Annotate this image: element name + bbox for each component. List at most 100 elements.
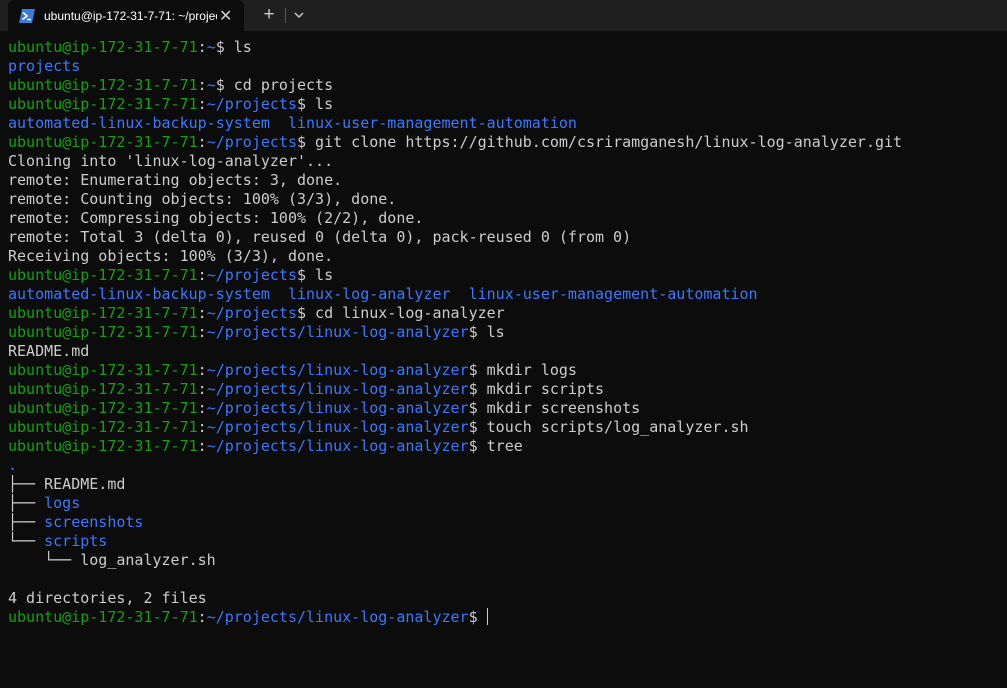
tree-entry: ├── README.md xyxy=(8,475,1003,494)
tree-entry: ├── logs xyxy=(8,494,1003,513)
directory-name: projects xyxy=(8,57,81,75)
prompt-user-host: ubuntu@ip-172-31-7-71 xyxy=(8,399,198,417)
output-text: README.md xyxy=(8,342,90,360)
prompt-path: ~/projects/linux-log-analyzer xyxy=(206,608,469,626)
file-name: log_analyzer.sh xyxy=(80,551,216,569)
ls-output: automated-linux-backup-system linux-user… xyxy=(8,114,1003,133)
prompt-user-host: ubuntu@ip-172-31-7-71 xyxy=(8,38,198,56)
prompt-path: ~/projects xyxy=(206,266,297,284)
output-text: remote: Counting objects: 100% (3/3), do… xyxy=(8,190,397,208)
output-line: README.md xyxy=(8,342,1003,361)
command-text: mkdir screenshots xyxy=(477,399,641,417)
prompt-path: ~ xyxy=(206,38,216,56)
output-line: 4 directories, 2 files xyxy=(8,589,1003,608)
prompt-path: ~ xyxy=(206,76,216,94)
directory-name: linux-user-management-automation xyxy=(287,114,577,132)
directory-name: automated-linux-backup-system xyxy=(8,114,270,132)
prompt-line: ubuntu@ip-172-31-7-71:~/projects/linux-l… xyxy=(8,437,523,455)
title-bar: ubuntu@ip-172-31-7-71: ~/projects/linux-… xyxy=(0,0,1007,31)
text-cursor xyxy=(486,608,488,625)
prompt-line: ubuntu@ip-172-31-7-71:~/projects/linux-l… xyxy=(8,608,1003,627)
output-line: remote: Total 3 (delta 0), reused 0 (del… xyxy=(8,228,1003,247)
new-tab-button[interactable]: + xyxy=(258,4,280,26)
prompt-path: ~/projects/linux-log-analyzer xyxy=(206,323,469,341)
prompt-user-host: ubuntu@ip-172-31-7-71 xyxy=(8,76,198,94)
prompt-user-host: ubuntu@ip-172-31-7-71 xyxy=(8,133,198,151)
command-text: tree xyxy=(477,437,523,455)
prompt-user-host: ubuntu@ip-172-31-7-71 xyxy=(8,608,198,626)
tree-entry: └── scripts xyxy=(8,532,1003,551)
output-line: remote: Compressing objects: 100% (2/2),… xyxy=(8,209,1003,228)
prompt-path: ~/projects xyxy=(206,304,297,322)
divider xyxy=(285,8,286,23)
output-text: remote: Compressing objects: 100% (2/2),… xyxy=(8,209,424,227)
prompt-line: ubuntu@ip-172-31-7-71:~/projects$ git cl… xyxy=(8,133,903,151)
command-text: mkdir scripts xyxy=(477,380,605,398)
prompt-line: ubuntu@ip-172-31-7-71:~$ ls xyxy=(8,38,252,56)
tree-entry: └── log_analyzer.sh xyxy=(8,551,1003,570)
prompt-line: ubuntu@ip-172-31-7-71:~/projects/linux-l… xyxy=(8,361,577,379)
prompt-user-host: ubuntu@ip-172-31-7-71 xyxy=(8,304,198,322)
directory-name: . xyxy=(8,456,18,474)
prompt-path: ~/projects xyxy=(206,133,297,151)
prompt-path: ~/projects/linux-log-analyzer xyxy=(206,437,469,455)
tree-branch: └── xyxy=(8,551,81,569)
command-text: ls xyxy=(306,266,334,284)
prompt-line: ubuntu@ip-172-31-7-71:~/projects$ cd lin… xyxy=(8,304,505,322)
prompt-path: ~/projects/linux-log-analyzer xyxy=(206,380,469,398)
tree-entry: ├── screenshots xyxy=(8,513,1003,532)
prompt-line: ubuntu@ip-172-31-7-71:~/projects/linux-l… xyxy=(8,418,749,436)
prompt-user-host: ubuntu@ip-172-31-7-71 xyxy=(8,266,198,284)
command-text: cd projects xyxy=(224,76,334,94)
output-line: remote: Enumerating objects: 3, done. xyxy=(8,171,1003,190)
tree-branch: ├── xyxy=(8,513,45,531)
chevron-down-icon[interactable] xyxy=(290,5,308,25)
prompt-user-host: ubuntu@ip-172-31-7-71 xyxy=(8,361,198,379)
prompt-user-host: ubuntu@ip-172-31-7-71 xyxy=(8,418,198,436)
terminal-output[interactable]: ubuntu@ip-172-31-7-71:~$ ls projects ubunt… xyxy=(8,38,1003,683)
prompt-user-host: ubuntu@ip-172-31-7-71 xyxy=(8,323,198,341)
command-text: mkdir logs xyxy=(477,361,577,379)
prompt-line: ubuntu@ip-172-31-7-71:~$ cd projects xyxy=(8,76,334,94)
output-line: Cloning into 'linux-log-analyzer'... xyxy=(8,152,1003,171)
tree-branch: ├── xyxy=(8,475,45,493)
directory-name: scripts xyxy=(44,532,108,550)
prompt-user-host: ubuntu@ip-172-31-7-71 xyxy=(8,380,198,398)
tree-branch: ├── xyxy=(8,494,45,512)
powershell-terminal-icon xyxy=(19,8,35,23)
ls-output: projects xyxy=(8,57,1003,76)
prompt-path: ~/projects/linux-log-analyzer xyxy=(206,418,469,436)
close-icon[interactable]: ✕ xyxy=(219,6,232,26)
prompt-line: ubuntu@ip-172-31-7-71:~/projects$ ls xyxy=(8,95,334,113)
prompt-user-host: ubuntu@ip-172-31-7-71 xyxy=(8,95,198,113)
command-text: ls xyxy=(224,38,252,56)
command-text: git clone https://github.com/csriramgane… xyxy=(306,133,903,151)
tab-title: ubuntu@ip-172-31-7-71: ~/projects/linux-… xyxy=(44,8,217,23)
directory-name: screenshots xyxy=(44,513,144,531)
command-text: ls xyxy=(306,95,334,113)
file-name: README.md xyxy=(44,475,126,493)
tab-terminal[interactable]: ubuntu@ip-172-31-7-71: ~/projects/linux-… xyxy=(8,0,244,31)
prompt-path: ~/projects/linux-log-analyzer xyxy=(206,361,469,379)
output-line: Receiving objects: 100% (3/3), done. xyxy=(8,247,1003,266)
prompt-line: ubuntu@ip-172-31-7-71:~/projects$ ls xyxy=(8,266,334,284)
command-text: touch scripts/log_analyzer.sh xyxy=(477,418,749,436)
prompt-path: ~/projects/linux-log-analyzer xyxy=(206,399,469,417)
output-text: 4 directories, 2 files xyxy=(8,589,207,607)
directory-name: linux-user-management-automation xyxy=(468,285,758,303)
tree-entry: . xyxy=(8,456,1003,475)
prompt-line: ubuntu@ip-172-31-7-71:~/projects/linux-l… xyxy=(8,323,505,341)
output-text: remote: Enumerating objects: 3, done. xyxy=(8,171,343,189)
prompt-line: ubuntu@ip-172-31-7-71:~/projects/linux-l… xyxy=(8,399,641,417)
output-line: remote: Counting objects: 100% (3/3), do… xyxy=(8,190,1003,209)
output-text: remote: Total 3 (delta 0), reused 0 (del… xyxy=(8,228,632,246)
prompt-path: ~/projects xyxy=(206,95,297,113)
output-text: Cloning into 'linux-log-analyzer'... xyxy=(8,152,334,170)
prompt-user-host: ubuntu@ip-172-31-7-71 xyxy=(8,437,198,455)
command-text: cd linux-log-analyzer xyxy=(306,304,505,322)
command-text: ls xyxy=(477,323,505,341)
directory-name: logs xyxy=(44,494,81,512)
ls-output: automated-linux-backup-system linux-log-… xyxy=(8,285,1003,304)
output-text: Receiving objects: 100% (3/3), done. xyxy=(8,247,334,265)
